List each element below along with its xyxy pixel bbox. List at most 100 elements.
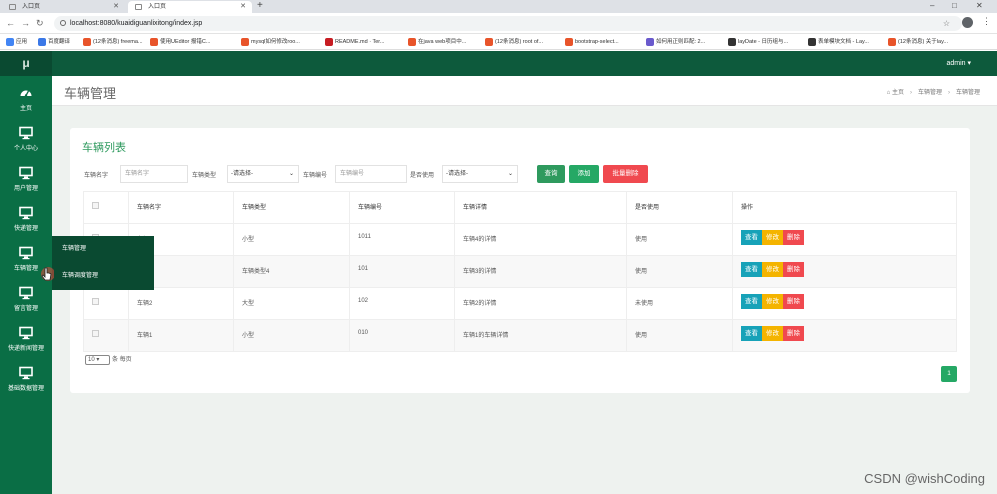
delete-button[interactable]: 删除 — [783, 262, 804, 277]
bookmark-label: (12条消息) 关于lay... — [898, 39, 949, 45]
edit-button[interactable]: 修改 — [762, 262, 783, 277]
edit-button[interactable]: 修改 — [762, 294, 783, 309]
sidebar-item[interactable]: 快递新闻管理 — [0, 320, 52, 358]
browser-tab-1-title: 入口页 — [22, 4, 41, 10]
page-title: 车辆管理 — [64, 86, 117, 101]
delete-button[interactable]: 删除 — [783, 230, 804, 245]
breadcrumb-home[interactable]: ⌂ 主页 — [887, 90, 904, 96]
cell-inuse: 使用 — [626, 255, 733, 288]
bookmark-item[interactable]: 百度翻译 — [38, 37, 70, 47]
admin-user-menu[interactable]: admin ▾ — [946, 51, 971, 76]
sidebar-item[interactable]: 个人中心 — [0, 120, 52, 158]
sidebar: 主页 个人中心 用户管理 快递管理 车辆管理 留言管理 快递新闻管理 基础数据管理 — [0, 76, 52, 494]
row-checkbox[interactable] — [92, 330, 99, 337]
sidebar-item-label: 个人中心 — [13, 146, 38, 152]
view-button[interactable]: 查看 — [741, 326, 762, 341]
col-header-type: 车辆类型 — [233, 191, 350, 224]
browser-tab-2[interactable]: 入口页 ✕ — [128, 1, 252, 13]
maximize-button[interactable]: □ — [952, 0, 957, 12]
bookmark-icon — [408, 38, 416, 46]
main-content: 车辆管理 ⌂ 主页 › 车辆管理 › 车辆管理 车辆列表 车辆名字 车辆名字 车辆类型 … — [52, 76, 997, 494]
forward-icon[interactable]: → — [21, 17, 30, 29]
bookmark-item[interactable]: 使用UEditor 报错C... — [150, 37, 210, 47]
type-filter-value: -请选择- — [231, 171, 253, 177]
close-window-button[interactable]: ✕ — [976, 0, 983, 12]
bookmark-item[interactable]: layDate - 日历组与... — [728, 37, 788, 47]
bookmark-icon — [6, 38, 14, 46]
bookmark-item[interactable]: (12条消息) root of... — [485, 37, 543, 47]
reload-icon[interactable]: ↻ — [36, 17, 44, 29]
delete-button[interactable]: 删除 — [783, 326, 804, 341]
bookmark-label: 表单模块文档 - Lay... — [818, 39, 869, 45]
view-button[interactable]: 查看 — [741, 262, 762, 277]
breadcrumb-section[interactable]: 车辆管理 — [918, 90, 942, 96]
name-filter-label: 车辆名字 — [84, 173, 109, 179]
type-filter-label: 车辆类型 — [192, 173, 217, 179]
view-button[interactable]: 查看 — [741, 294, 762, 309]
edit-button[interactable]: 修改 — [762, 230, 783, 245]
page-size-control: 10 ▾ 条 每页 — [85, 354, 132, 365]
address-bar: ← → ↻ localhost:8080/kuaidiguanlixitong/… — [0, 13, 997, 34]
monitor-icon — [19, 366, 33, 380]
pagination-page-1[interactable]: 1 — [941, 366, 957, 382]
sidebar-item[interactable]: 主页 — [0, 80, 52, 118]
monitor-icon — [19, 326, 33, 340]
profile-avatar[interactable] — [962, 17, 973, 28]
page-size-select[interactable]: 10 ▾ — [85, 355, 110, 365]
bookmark-label: (12条消息) root of... — [495, 39, 543, 45]
close-tab-icon[interactable]: ✕ — [113, 1, 119, 13]
sidebar-item[interactable]: 快递管理 — [0, 200, 52, 238]
table-row: 车辆1 小型 010 车辆1的车辆详情 使用 查看 修改 删除 — [83, 319, 957, 352]
row-checkbox[interactable] — [92, 298, 99, 305]
number-filter-input[interactable]: 车辆编号 — [335, 165, 407, 183]
bookmark-label: layDate - 日历组与... — [738, 39, 789, 45]
type-filter-select[interactable]: -请选择- ⌄ — [227, 165, 299, 183]
bookmark-item[interactable]: README.md · Ter... — [325, 37, 384, 47]
bookmark-item[interactable]: bootstrap-select... — [565, 37, 619, 47]
row-select-cell — [83, 287, 129, 320]
bookmark-item[interactable]: 应用 — [6, 37, 27, 47]
bookmark-item[interactable]: 在java web项目中... — [408, 37, 466, 47]
menu-icon[interactable]: ⋮ — [982, 16, 991, 27]
view-button[interactable]: 查看 — [741, 230, 762, 245]
edit-button[interactable]: 修改 — [762, 326, 783, 341]
new-tab-button[interactable]: + — [257, 0, 263, 12]
batch-delete-button[interactable]: 批量删除 — [603, 165, 648, 183]
submenu-item-vehicle-dispatch[interactable]: 车辆调度管理 — [52, 263, 154, 290]
bookmark-icon — [888, 38, 896, 46]
back-icon[interactable]: ← — [6, 17, 15, 29]
add-button[interactable]: 添加 — [569, 165, 599, 183]
sidebar-item[interactable]: 用户管理 — [0, 160, 52, 198]
bookmark-icon — [485, 38, 493, 46]
bookmark-icon — [728, 38, 736, 46]
url-input[interactable]: localhost:8080/kuaidiguanlixitong/index.… — [54, 16, 962, 31]
cell-type: 车辆类型4 — [233, 255, 350, 288]
sidebar-item[interactable]: 留言管理 — [0, 280, 52, 318]
monitor-icon — [19, 286, 33, 300]
chevron-down-icon: ⌄ — [507, 171, 513, 177]
monitor-icon — [19, 126, 33, 140]
browser-tab-1[interactable]: 入口页 ✕ — [2, 1, 125, 13]
col-header-actions: 操作 — [732, 191, 957, 224]
search-button[interactable]: 查询 — [537, 165, 565, 183]
star-icon[interactable]: ☆ — [943, 16, 950, 31]
breadcrumb: ⌂ 主页 › 车辆管理 › 车辆管理 — [886, 90, 980, 96]
sidebar-item[interactable]: 基础数据管理 — [0, 360, 52, 398]
name-filter-input[interactable]: 车辆名字 — [120, 165, 188, 183]
select-all-checkbox[interactable] — [92, 202, 99, 209]
page-icon — [135, 4, 142, 10]
submenu-item-vehicle-management[interactable]: 车辆管理 — [52, 236, 154, 263]
info-icon[interactable] — [60, 20, 66, 26]
close-tab-icon[interactable]: ✕ — [240, 1, 246, 13]
bookmark-item[interactable]: (12条消息) freema... — [83, 37, 143, 47]
bookmark-item[interactable]: mysql如何修改roo... — [241, 37, 300, 47]
minimize-button[interactable]: – — [930, 0, 934, 12]
bookmark-item[interactable]: 表单模块文档 - Lay... — [808, 37, 869, 47]
cell-detail: 车辆4的详情 — [454, 223, 627, 256]
bookmark-item[interactable]: 如何用正则匹配: 2... — [646, 37, 705, 47]
inuse-filter-select[interactable]: -请选择- ⌄ — [442, 165, 518, 183]
card-title: 车辆列表 — [82, 142, 126, 154]
delete-button[interactable]: 删除 — [783, 294, 804, 309]
bookmark-item[interactable]: (12条消息) 关于lay... — [888, 37, 948, 47]
col-header-detail: 车辆详情 — [454, 191, 627, 224]
